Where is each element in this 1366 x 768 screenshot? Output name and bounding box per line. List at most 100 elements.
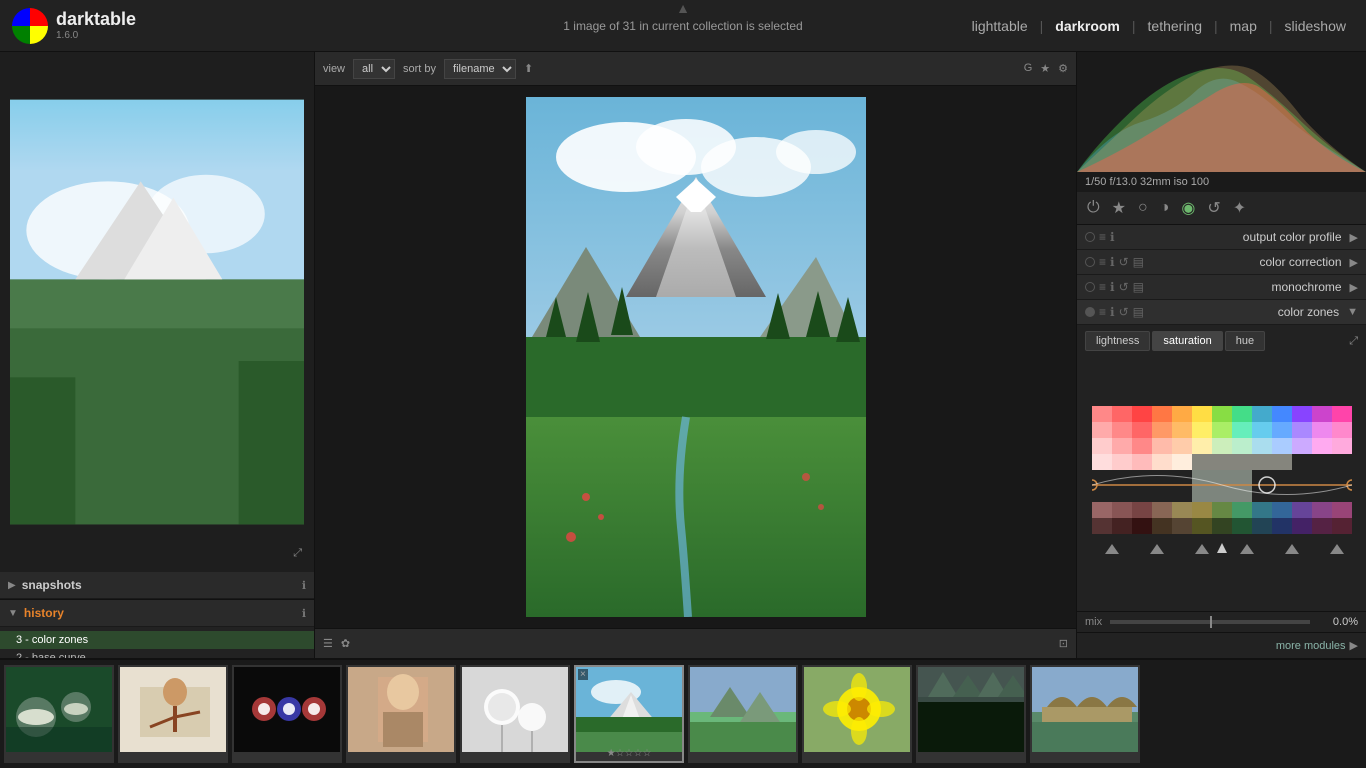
thumb-image-6 — [576, 667, 684, 752]
power-icon[interactable]: ⏻ — [1087, 199, 1100, 217]
preview-image — [10, 62, 304, 562]
module-enable-dot-cz[interactable] — [1085, 307, 1095, 317]
sort-label: sort by — [403, 63, 436, 75]
history-info-icon[interactable]: ℹ — [302, 607, 306, 620]
nav-tethering[interactable]: tethering — [1140, 14, 1210, 38]
module-expand-arrow-cz[interactable]: ▼ — [1347, 306, 1358, 318]
mix-slider[interactable] — [1110, 620, 1310, 624]
module-save-icon-cc[interactable]: ▤ — [1133, 255, 1144, 269]
main-photo — [526, 97, 866, 617]
logo-icon — [12, 8, 48, 44]
tab-hue[interactable]: hue — [1225, 331, 1265, 351]
snapshots-header[interactable]: ▶ snapshots ℹ — [0, 572, 314, 599]
thumb-image-7 — [690, 667, 798, 752]
module-info-icon-mono[interactable]: ℹ — [1110, 280, 1115, 294]
module-info-icon-cz[interactable]: ℹ — [1110, 305, 1115, 319]
module-info-icon[interactable]: ℹ — [1110, 230, 1115, 244]
sort-direction-icon[interactable]: ⬆ — [524, 62, 533, 75]
star-icon[interactable]: ★ — [1040, 62, 1050, 75]
module-color-correction: ≡ ℹ ↺ ▤ color correction ▶ — [1077, 250, 1366, 275]
module-menu-icon[interactable]: ≡ — [1099, 230, 1106, 244]
gear-icon[interactable]: ⚙ — [1058, 62, 1068, 75]
tab-saturation[interactable]: saturation — [1152, 331, 1222, 351]
module-expand-arrow[interactable]: ▶ — [1350, 231, 1358, 244]
filmstrip-thumb-2[interactable] — [118, 665, 228, 763]
top-collapse-arrow[interactable]: ▲ — [676, 0, 690, 16]
snapshots-info-icon[interactable]: ℹ — [302, 579, 306, 592]
module-reset-icon-cz[interactable]: ↺ — [1119, 305, 1129, 319]
expand-icon[interactable]: ⤢ — [293, 547, 302, 560]
module-name-mono: monochrome — [1272, 280, 1342, 294]
module-info-icon-cc[interactable]: ℹ — [1110, 255, 1115, 269]
nav-links: lighttable | darkroom | tethering | map … — [964, 14, 1354, 38]
module-menu-icon-mono[interactable]: ≡ — [1099, 280, 1106, 294]
view-label: view — [323, 63, 345, 75]
module-reset-icon-mono[interactable]: ↺ — [1119, 280, 1129, 294]
fullscreen-icon[interactable]: ⊡ — [1059, 637, 1068, 650]
module-icons-cc: ≡ ℹ ↺ ▤ — [1099, 255, 1144, 269]
film-star-rating[interactable]: ★☆☆☆☆ — [607, 748, 652, 759]
filmstrip-thumb-3[interactable] — [232, 665, 342, 763]
tab-lightness[interactable]: lightness — [1085, 331, 1150, 351]
module-color-zones-header: ≡ ℹ ↺ ▤ color zones ▼ — [1077, 300, 1366, 325]
module-enable-dot-cc[interactable] — [1085, 257, 1095, 267]
overlay-icon[interactable]: ✿ — [341, 637, 350, 650]
filmstrip: × ★☆☆☆☆ — [0, 658, 1366, 768]
module-save-icon-cz[interactable]: ▤ — [1133, 305, 1144, 319]
module-enable-dot-mono[interactable] — [1085, 282, 1095, 292]
app-name: darktable — [56, 10, 136, 30]
filmstrip-thumb-5[interactable] — [460, 665, 570, 763]
filmstrip-thumb-10[interactable] — [1030, 665, 1140, 763]
histogram: 1/50 f/13.0 32mm iso 100 — [1077, 52, 1366, 192]
module-menu-icon-cc[interactable]: ≡ — [1099, 255, 1106, 269]
module-save-icon-mono[interactable]: ▤ — [1133, 280, 1144, 294]
module-list-icon[interactable]: ☰ — [323, 637, 333, 650]
filmstrip-thumb-1[interactable] — [4, 665, 114, 763]
module-icons-cz: ≡ ℹ ↺ ▤ — [1099, 305, 1144, 319]
thumb-image-5 — [462, 667, 570, 752]
toolbar-icons: G ★ ⚙ — [1024, 62, 1068, 75]
module-name-output: output color profile — [1243, 230, 1342, 244]
history-item-color-zones[interactable]: 3 - color zones — [0, 631, 314, 649]
filmstrip-thumb-6[interactable]: × ★☆☆☆☆ — [574, 665, 684, 763]
filmstrip-thumb-7[interactable] — [688, 665, 798, 763]
grid-icon[interactable]: G — [1024, 62, 1033, 75]
module-reset-icon-cc[interactable]: ↺ — [1119, 255, 1129, 269]
filmstrip-thumb-9[interactable] — [916, 665, 1026, 763]
module-expand-arrow-mono[interactable]: ▶ — [1350, 281, 1358, 294]
star-module-icon[interactable]: ★ — [1112, 198, 1126, 218]
left-panel: ⤢ ▶ snapshots ℹ ▼ history ℹ 3 - color zo… — [0, 52, 315, 658]
effect-icon[interactable]: ✦ — [1233, 198, 1246, 218]
circle-icon[interactable]: ○ — [1138, 199, 1148, 217]
history-item-base-curve[interactable]: 2 - base curve — [0, 649, 314, 658]
history-section: ▼ history ℹ 3 - color zones 2 - base cur… — [0, 600, 314, 658]
more-modules-arrow: ▶ — [1350, 639, 1358, 652]
sort-select[interactable]: filename — [444, 59, 516, 79]
module-menu-icon-cz[interactable]: ≡ — [1099, 305, 1106, 319]
nav-slideshow[interactable]: slideshow — [1277, 14, 1354, 38]
nav-lighttable[interactable]: lighttable — [964, 14, 1036, 38]
module-expand-arrow-cc[interactable]: ▶ — [1350, 256, 1358, 269]
more-modules-link[interactable]: more modules — [1276, 640, 1346, 652]
main-area: ⤢ ▶ snapshots ℹ ▼ history ℹ 3 - color zo… — [0, 52, 1366, 658]
filmstrip-thumb-8[interactable] — [802, 665, 912, 763]
preview-box: ⤢ — [0, 52, 314, 572]
half-circle-icon[interactable]: ◑ — [1160, 199, 1170, 217]
nav-map[interactable]: map — [1222, 14, 1265, 38]
snapshots-triangle: ▶ — [8, 580, 16, 591]
history-header[interactable]: ▼ history ℹ — [0, 600, 314, 627]
film-close-icon[interactable]: × — [578, 669, 588, 680]
color-zones-tabs: lightness saturation hue ⤢ — [1077, 325, 1366, 355]
color-icon[interactable]: ◉ — [1181, 198, 1195, 218]
nav-darkroom[interactable]: darkroom — [1047, 14, 1128, 38]
module-enable-dot[interactable] — [1085, 232, 1095, 242]
module-output-color-profile: ≡ ℹ output color profile ▶ — [1077, 225, 1366, 250]
thumb-image-2 — [120, 667, 228, 752]
color-wheel-svg[interactable] — [1092, 406, 1352, 561]
thumb-image-9 — [918, 667, 1026, 752]
app-version: 1.6.0 — [56, 30, 136, 41]
cz-expand-icon[interactable]: ⤢ — [1349, 335, 1358, 348]
view-select[interactable]: all — [353, 59, 395, 79]
refresh-icon[interactable]: ↺ — [1207, 198, 1220, 218]
filmstrip-thumb-4[interactable] — [346, 665, 456, 763]
